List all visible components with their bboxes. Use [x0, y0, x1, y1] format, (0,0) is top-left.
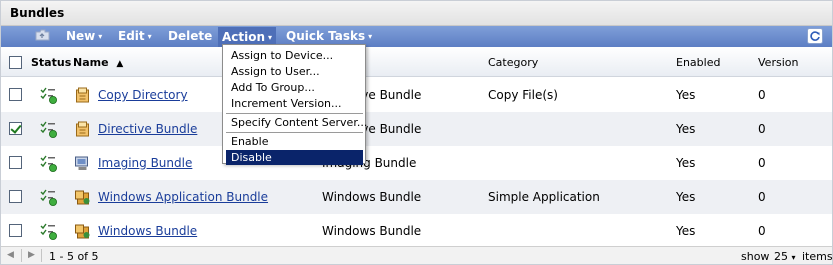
select-all-checkbox[interactable]: [9, 56, 22, 69]
bundle-version: 0: [758, 224, 766, 238]
items-label: items: [802, 250, 833, 263]
bundle-version: 0: [758, 190, 766, 204]
action-label: Action: [222, 30, 266, 44]
status-check-icon: [40, 155, 57, 172]
column-name-label: Name: [73, 56, 109, 69]
column-category[interactable]: Category: [488, 56, 538, 69]
menu-separator: [226, 132, 363, 133]
menu-item-disable[interactable]: Disable: [226, 150, 363, 165]
bundle-name-link[interactable]: Directive Bundle: [98, 122, 197, 136]
table-header: Status Name ▲ Type Category Enabled Vers…: [1, 47, 832, 77]
bundle-name-link[interactable]: Windows Application Bundle: [98, 190, 268, 204]
menu-item-specify-content-server[interactable]: Specify Content Server...: [226, 115, 367, 130]
column-status[interactable]: Status: [31, 56, 71, 69]
quick-tasks-label: Quick Tasks: [286, 29, 366, 43]
new-menu-button[interactable]: New ▾: [66, 29, 102, 43]
bundle-name-link[interactable]: Copy Directory: [98, 88, 188, 102]
table-row[interactable]: Windows Bundle Windows Bundle Yes 0: [1, 214, 832, 248]
edit-label: Edit: [118, 29, 145, 43]
chevron-down-icon: ▾: [791, 253, 796, 262]
bundle-version: 0: [758, 88, 766, 102]
page-size-value: 25: [774, 250, 788, 263]
bundle-enabled: Yes: [676, 156, 696, 170]
column-name[interactable]: Name ▲: [73, 56, 123, 69]
status-check-icon: [40, 121, 57, 138]
toolbar: New ▾ Edit ▾ Delete Action ▾ Quick Tasks ▾: [1, 26, 832, 47]
panel-title: Bundles: [10, 6, 65, 20]
menu-separator: [226, 113, 363, 114]
bundle-name-link[interactable]: Imaging Bundle: [98, 156, 192, 170]
action-dropdown-menu: Assign to Device... Assign to User... Add …: [222, 44, 367, 165]
menu-item-increment-version[interactable]: Increment Version...: [226, 96, 363, 111]
row-checkbox[interactable]: [9, 190, 22, 203]
bundle-type: Windows Bundle: [322, 190, 422, 204]
column-enabled[interactable]: Enabled: [676, 56, 720, 69]
previous-page-icon[interactable]: ◀: [7, 250, 14, 260]
pager-divider: [41, 249, 42, 262]
menu-item-assign-to-user[interactable]: Assign to User...: [226, 64, 363, 79]
page-range: 1 - 5 of 5: [49, 250, 99, 263]
bundles-panel: Bundles New ▾ Edit ▾ Delete Action ▾ Quick …: [0, 0, 833, 265]
page-size-select[interactable]: 25 ▾: [774, 250, 796, 263]
refresh-icon[interactable]: [807, 28, 823, 44]
page-size-label: show: [741, 250, 770, 263]
bundle-category: Copy File(s): [488, 88, 558, 102]
menu-item-assign-to-device[interactable]: Assign to Device...: [226, 48, 363, 63]
directive-icon: [76, 121, 89, 137]
windows-bundle-icon: [75, 190, 90, 205]
pager-divider: [21, 249, 22, 262]
chevron-down-icon: ▾: [147, 32, 152, 41]
chevron-down-icon: ▾: [268, 33, 273, 42]
imaging-icon: [75, 156, 88, 170]
bundle-enabled: Yes: [676, 224, 696, 238]
bundle-name-link[interactable]: Windows Bundle: [98, 224, 197, 238]
table-row[interactable]: Windows Application Bundle Windows Bundle…: [1, 180, 832, 214]
status-check-icon: [40, 223, 57, 240]
table-row[interactable]: Directive Bundle Directive Bundle Yes 0: [1, 112, 832, 146]
menu-item-add-to-group[interactable]: Add To Group...: [226, 80, 363, 95]
row-checkbox[interactable]: [9, 156, 22, 169]
bundle-version: 0: [758, 156, 766, 170]
table-row[interactable]: Imaging Bundle Imaging Bundle Yes 0: [1, 146, 832, 180]
bundle-enabled: Yes: [676, 88, 696, 102]
bundle-enabled: Yes: [676, 190, 696, 204]
status-check-icon: [40, 189, 57, 206]
quick-tasks-menu-button[interactable]: Quick Tasks ▾: [286, 29, 372, 43]
folder-up-icon[interactable]: [35, 29, 50, 41]
column-version[interactable]: Version: [758, 56, 798, 69]
windows-bundle-icon: [75, 224, 90, 239]
table-row[interactable]: Copy Directory Directive Bundle Copy File(…: [1, 78, 832, 112]
bundle-category: Simple Application: [488, 190, 600, 204]
row-checkbox[interactable]: [9, 122, 22, 135]
chevron-down-icon: ▾: [98, 32, 103, 41]
pagination-footer: ◀ ▶ 1 - 5 of 5 show 25 ▾ items: [1, 246, 833, 264]
row-checkbox[interactable]: [9, 224, 22, 237]
row-checkbox[interactable]: [9, 88, 22, 101]
delete-button[interactable]: Delete: [168, 29, 212, 43]
menu-item-enable[interactable]: Enable: [226, 134, 363, 149]
sort-ascending-icon: ▲: [116, 59, 124, 69]
directive-icon: [76, 87, 89, 103]
new-label: New: [66, 29, 96, 43]
edit-menu-button[interactable]: Edit ▾: [118, 29, 152, 43]
bundle-type: Windows Bundle: [322, 224, 422, 238]
next-page-icon[interactable]: ▶: [28, 250, 35, 260]
chevron-down-icon: ▾: [368, 32, 373, 41]
bundle-enabled: Yes: [676, 122, 696, 136]
bundle-version: 0: [758, 122, 766, 136]
status-check-icon: [40, 87, 57, 104]
panel-header: Bundles: [1, 1, 832, 26]
